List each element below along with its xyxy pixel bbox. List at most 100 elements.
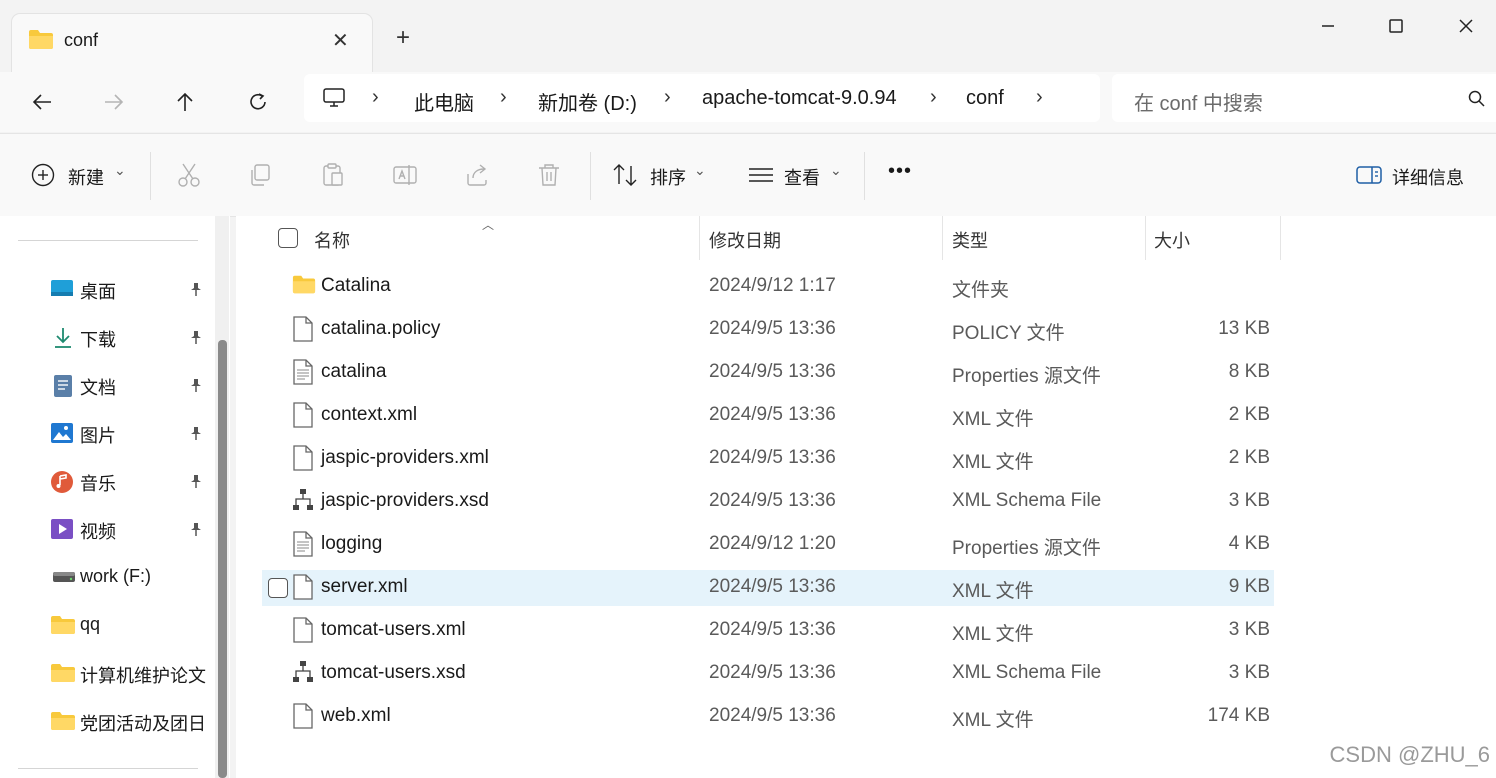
cut-icon[interactable] bbox=[176, 162, 202, 188]
file-row-jaspic-providers-xsd[interactable]: jaspic-providers.xsd 2024/9/5 13:36 XML … bbox=[262, 484, 1274, 520]
file-icon bbox=[292, 617, 314, 643]
details-button[interactable]: 详细信息 bbox=[1392, 164, 1464, 190]
more-options-button[interactable]: ••• bbox=[888, 160, 912, 183]
file-date: 2024/9/5 13:36 bbox=[709, 361, 836, 382]
chevron-down-icon[interactable]: ⌄ bbox=[694, 162, 706, 179]
column-divider[interactable] bbox=[1280, 216, 1281, 260]
file-row-web-xml[interactable]: web.xml 2024/9/5 13:36 XML 文件 174 KB bbox=[262, 699, 1274, 735]
new-icon[interactable] bbox=[30, 162, 56, 188]
view-button[interactable]: 查看 bbox=[784, 164, 820, 190]
delete-icon[interactable] bbox=[536, 162, 562, 188]
toolbar-divider bbox=[864, 152, 865, 200]
file-row-jaspic-providers-xml[interactable]: jaspic-providers.xml 2024/9/5 13:36 XML … bbox=[262, 441, 1274, 477]
document-icon bbox=[52, 374, 74, 398]
file-row-tomcat-users-xsd[interactable]: tomcat-users.xsd 2024/9/5 13:36 XML Sche… bbox=[262, 656, 1274, 692]
back-icon[interactable] bbox=[26, 86, 58, 118]
pin-icon[interactable] bbox=[188, 521, 204, 537]
file-date: 2024/9/5 13:36 bbox=[709, 490, 836, 511]
refresh-icon[interactable] bbox=[242, 86, 274, 118]
schema-icon bbox=[292, 660, 314, 684]
rename-icon[interactable] bbox=[392, 162, 418, 188]
file-type: XML 文件 bbox=[952, 710, 1034, 731]
sidebar-item-downloads[interactable]: 下载 bbox=[50, 315, 210, 359]
file-row-catalina-folder[interactable]: Catalina 2024/9/12 1:17 文件夹 bbox=[262, 269, 1274, 305]
sidebar-item-folder-activities[interactable]: 党团活动及团日 bbox=[50, 699, 210, 743]
file-icon bbox=[292, 574, 314, 600]
drive-icon bbox=[52, 569, 76, 585]
chevron-down-icon[interactable]: ⌄ bbox=[830, 162, 842, 179]
search-icon[interactable] bbox=[1468, 90, 1486, 108]
pin-icon[interactable] bbox=[188, 377, 204, 393]
column-divider[interactable] bbox=[942, 216, 943, 260]
paste-icon[interactable] bbox=[320, 162, 346, 188]
share-icon[interactable] bbox=[464, 162, 490, 188]
file-date: 2024/9/5 13:36 bbox=[709, 662, 836, 683]
file-row-logging-properties[interactable]: logging 2024/9/12 1:20 Properties 源文件 4 … bbox=[262, 527, 1274, 563]
search-placeholder: 在 conf 中搜索 bbox=[1134, 93, 1263, 115]
column-divider[interactable] bbox=[699, 216, 700, 260]
sidebar-scrollbar-thumb[interactable] bbox=[218, 340, 227, 778]
sidebar-item-documents[interactable]: 文档 bbox=[50, 363, 210, 407]
sidebar-item-qq[interactable]: qq bbox=[50, 603, 210, 647]
maximize-icon[interactable] bbox=[1376, 12, 1416, 40]
file-type: 文件夹 bbox=[952, 280, 1010, 301]
sidebar-item-folder-thesis[interactable]: 计算机维护论文 bbox=[50, 651, 210, 695]
select-all-checkbox[interactable] bbox=[278, 228, 298, 248]
sort-button[interactable]: 排序 bbox=[650, 164, 686, 190]
up-icon[interactable] bbox=[169, 86, 201, 118]
column-divider[interactable] bbox=[1145, 216, 1146, 260]
column-header-name[interactable]: 名称 bbox=[314, 227, 350, 253]
column-header-date[interactable]: 修改日期 bbox=[709, 227, 781, 253]
pin-icon[interactable] bbox=[188, 329, 204, 345]
forward-icon[interactable] bbox=[98, 86, 130, 118]
sidebar-item-music[interactable]: 音乐 bbox=[50, 459, 210, 503]
chevron-right-icon[interactable]: › bbox=[930, 86, 937, 109]
copy-icon[interactable] bbox=[248, 162, 274, 188]
sort-icon[interactable] bbox=[612, 162, 640, 188]
close-tab-icon[interactable]: ✕ bbox=[332, 28, 349, 53]
file-list: ︿ 名称 修改日期 类型 大小 Catalina 2024/9/12 1:17 … bbox=[236, 216, 1496, 778]
chevron-right-icon[interactable]: › bbox=[372, 86, 379, 109]
breadcrumb-tomcat[interactable]: apache-tomcat-9.0.94 bbox=[702, 87, 897, 110]
sidebar-item-drive-f[interactable]: work (F:) bbox=[50, 555, 210, 599]
details-pane-icon[interactable] bbox=[1356, 164, 1382, 186]
chevron-right-icon[interactable]: › bbox=[500, 86, 507, 109]
new-tab-icon[interactable]: + bbox=[396, 24, 410, 52]
close-window-icon[interactable] bbox=[1446, 12, 1486, 40]
breadcrumb-this-pc[interactable]: 此电脑 bbox=[414, 87, 474, 116]
file-date: 2024/9/5 13:36 bbox=[709, 619, 836, 640]
file-row-server-xml[interactable]: server.xml 2024/9/5 13:36 XML 文件 9 KB bbox=[262, 570, 1274, 606]
view-icon[interactable] bbox=[748, 164, 774, 186]
file-size: 3 KB bbox=[1228, 490, 1270, 511]
sidebar-item-label: 党团活动及团日 bbox=[80, 714, 206, 734]
sidebar-item-desktop[interactable]: 桌面 bbox=[50, 267, 210, 311]
chevron-right-icon[interactable]: › bbox=[664, 86, 671, 109]
pin-icon[interactable] bbox=[188, 473, 204, 489]
sidebar-item-videos[interactable]: 视频 bbox=[50, 507, 210, 551]
pin-icon[interactable] bbox=[188, 425, 204, 441]
chevron-right-icon[interactable]: › bbox=[1036, 86, 1043, 109]
sort-ascending-icon: ︿ bbox=[482, 218, 495, 232]
file-row-catalina-policy[interactable]: catalina.policy 2024/9/5 13:36 POLICY 文件… bbox=[262, 312, 1274, 348]
file-name: logging bbox=[321, 533, 383, 554]
file-name: catalina bbox=[321, 361, 387, 382]
file-row-tomcat-users-xml[interactable]: tomcat-users.xml 2024/9/5 13:36 XML 文件 3… bbox=[262, 613, 1274, 649]
breadcrumb-conf[interactable]: conf bbox=[966, 87, 1004, 110]
search-box[interactable]: 在 conf 中搜索 bbox=[1112, 74, 1496, 122]
toolbar-divider bbox=[590, 152, 591, 200]
chevron-down-icon[interactable]: ⌄ bbox=[114, 162, 126, 179]
minimize-icon[interactable] bbox=[1308, 12, 1348, 40]
file-name: server.xml bbox=[321, 576, 408, 597]
sidebar-item-pictures[interactable]: 图片 bbox=[50, 411, 210, 455]
file-row-context-xml[interactable]: context.xml 2024/9/5 13:36 XML 文件 2 KB bbox=[262, 398, 1274, 434]
breadcrumb-drive-d[interactable]: 新加卷 (D:) bbox=[538, 87, 637, 116]
tab-conf[interactable]: conf ✕ bbox=[12, 14, 372, 72]
folder-icon bbox=[292, 273, 316, 295]
row-checkbox[interactable] bbox=[268, 578, 288, 598]
pin-icon[interactable] bbox=[188, 281, 204, 297]
address-bar[interactable]: › 此电脑 › 新加卷 (D:) › apache-tomcat-9.0.94 … bbox=[304, 74, 1100, 122]
column-header-size[interactable]: 大小 bbox=[1154, 227, 1190, 253]
file-row-catalina-properties[interactable]: catalina 2024/9/5 13:36 Properties 源文件 8… bbox=[262, 355, 1274, 391]
column-header-type[interactable]: 类型 bbox=[952, 227, 988, 253]
new-button[interactable]: 新建 bbox=[68, 164, 104, 190]
